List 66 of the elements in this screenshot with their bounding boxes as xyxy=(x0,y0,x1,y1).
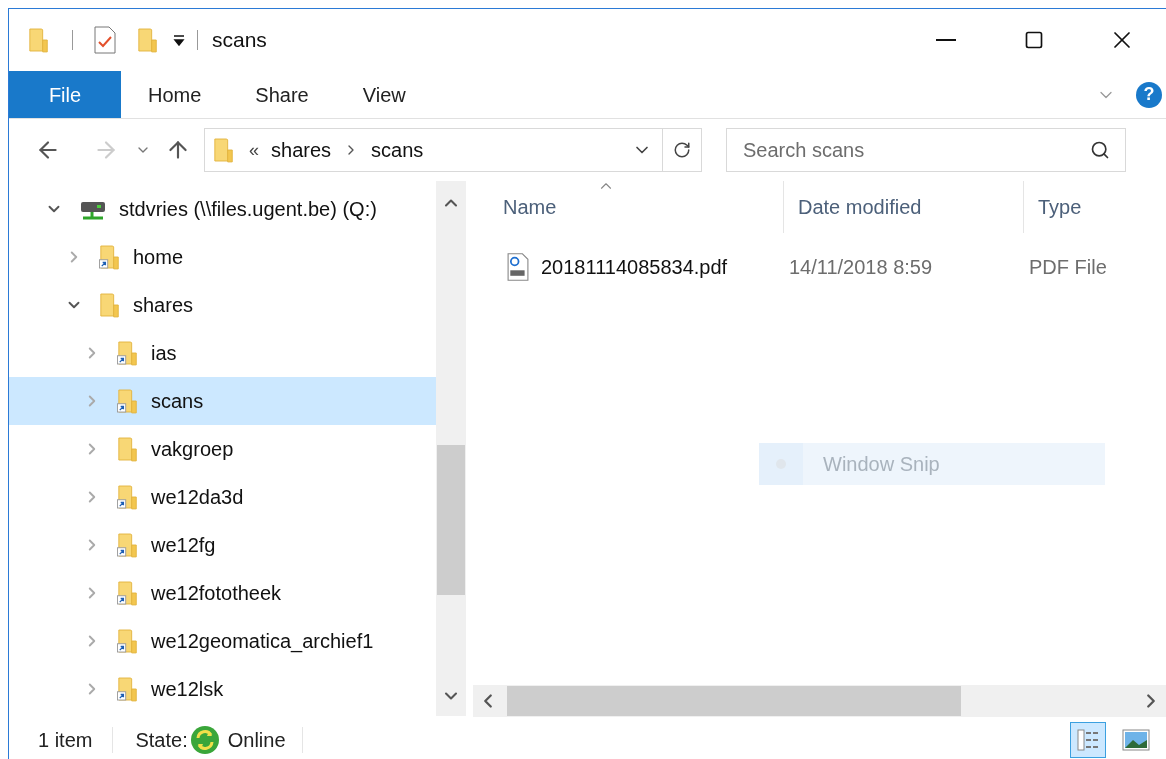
file-type: PDF File xyxy=(1028,255,1107,280)
breadcrumb[interactable]: shares xyxy=(271,135,332,165)
shortcut-folder-icon xyxy=(117,676,139,702)
horizontal-scrollbar[interactable] xyxy=(473,685,1166,717)
search-field[interactable]: Search scans xyxy=(726,128,1126,172)
window-title: scans xyxy=(212,27,267,54)
tree-label: we12lsk xyxy=(151,677,224,702)
file-name[interactable]: 20181114085834.pdf xyxy=(541,252,787,282)
item-count: 1 item xyxy=(38,728,93,753)
shortcut-folder-icon xyxy=(117,340,139,366)
tree-label: ias xyxy=(151,341,177,366)
tree-label: we12fg xyxy=(151,533,216,558)
maximize-icon xyxy=(1024,30,1044,50)
tree-label: scans xyxy=(151,389,204,414)
tree-label: we12geomatica_archief1 xyxy=(151,629,374,655)
tree-item[interactable]: stdvries (\\files.ugent.be) (Q:) xyxy=(9,185,436,233)
state-label: State: xyxy=(135,728,188,753)
ribbon-tab[interactable]: File xyxy=(9,71,121,118)
properties-icon[interactable] xyxy=(93,25,117,55)
column-header[interactable]: Name xyxy=(473,181,783,233)
vertical-scrollbar[interactable] xyxy=(436,181,466,716)
tree-item[interactable]: we12fototheek xyxy=(9,569,436,617)
shortcut-folder-icon xyxy=(117,580,139,606)
tree-item[interactable]: we12geomatica_archief1 xyxy=(9,617,436,665)
tree-label: stdvries (\\files.ugent.be) (Q:) xyxy=(119,197,377,222)
tree-item[interactable]: ias xyxy=(9,329,436,377)
landscape-thumbnail-icon xyxy=(1122,729,1150,751)
minimize-icon xyxy=(936,39,956,41)
column-header[interactable]: Type xyxy=(1023,181,1166,233)
column-header[interactable]: Date modified xyxy=(783,181,1023,233)
ribbon-tab[interactable]: View xyxy=(335,71,433,118)
tree-item[interactable]: shares xyxy=(9,281,436,329)
pdf-file-icon xyxy=(507,252,529,282)
tree-label: we12da3d xyxy=(151,485,244,510)
tree-item[interactable]: vakgroep xyxy=(9,425,436,473)
dropdown-icon[interactable] xyxy=(173,34,185,46)
help-button[interactable]: ? xyxy=(1136,81,1162,108)
tree-item[interactable]: we12lsk xyxy=(9,665,436,713)
tree-item[interactable]: we12fg xyxy=(9,521,436,569)
shortcut-folder-icon xyxy=(99,244,121,270)
tree-label: vakgroep xyxy=(151,437,234,462)
shortcut-folder-icon xyxy=(117,484,139,510)
folder-icon xyxy=(117,436,139,462)
tree-label: home xyxy=(133,245,184,270)
tree-label: we12fototheek xyxy=(151,581,282,606)
tree-item[interactable]: home xyxy=(9,233,436,281)
refresh-icon[interactable] xyxy=(673,141,691,159)
details-list-icon xyxy=(1075,727,1101,753)
tree-label: shares xyxy=(133,293,194,318)
shortcut-folder-icon xyxy=(117,388,139,414)
file-date: 14/11/2018 8:59 xyxy=(788,255,934,280)
ribbon-tab[interactable]: Share xyxy=(228,71,336,118)
shortcut-folder-icon xyxy=(117,532,139,558)
overflow-chevrons[interactable]: « xyxy=(249,136,259,164)
shortcut-folder-icon xyxy=(117,628,139,654)
address-field[interactable]: « shares scans xyxy=(204,128,702,172)
search-icon[interactable] xyxy=(1090,140,1110,160)
sync-icon xyxy=(189,725,220,755)
details-view-button[interactable] xyxy=(1070,722,1106,758)
tree-item[interactable]: we12da3d xyxy=(9,473,436,521)
state-value: Online xyxy=(227,728,286,753)
breadcrumb[interactable]: scans xyxy=(371,135,424,165)
tree-item[interactable]: scans xyxy=(9,377,436,425)
tooltip-label: Window Snip xyxy=(823,452,940,477)
ribbon-tab[interactable]: Home xyxy=(121,71,229,118)
folder-icon xyxy=(99,292,121,318)
